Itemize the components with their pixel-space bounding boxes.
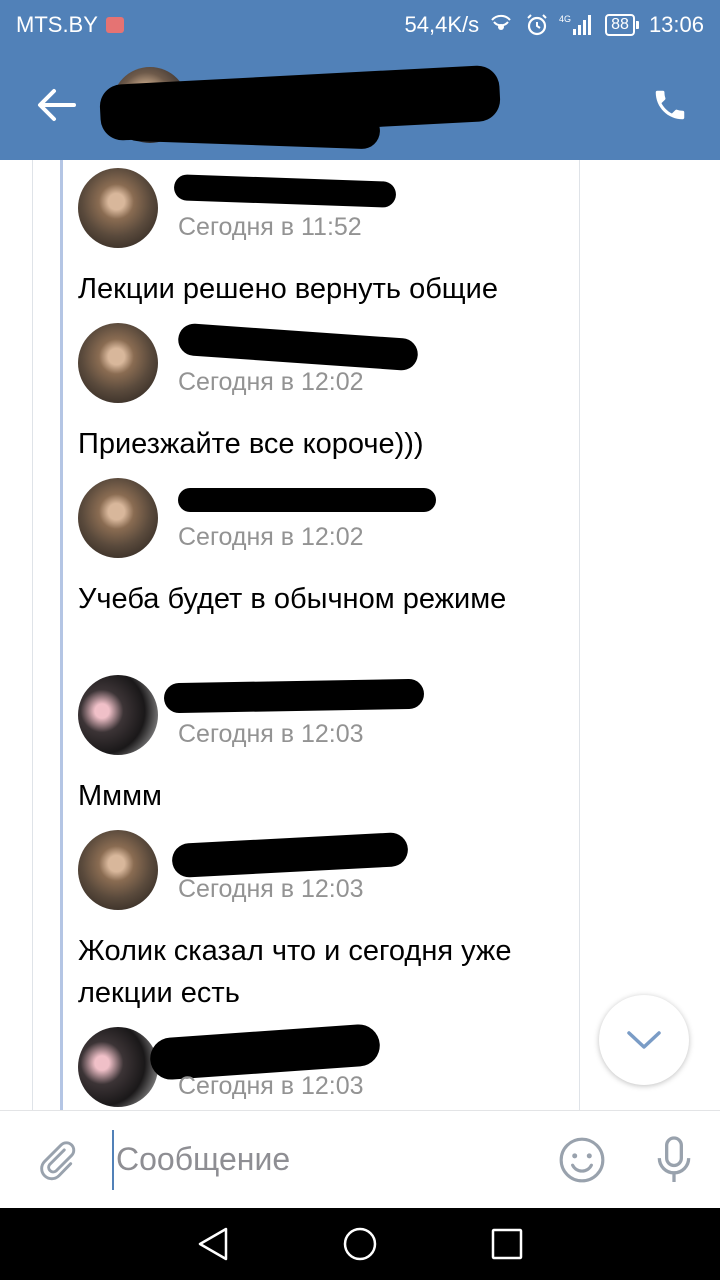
clock: 13:06 <box>648 12 704 37</box>
back-arrow-icon <box>38 89 76 121</box>
microphone-icon <box>657 1135 691 1182</box>
message-time: Сегодня в 12:02 <box>178 523 364 551</box>
message-text: Мммм <box>78 780 162 812</box>
author-avatar[interactable] <box>78 168 158 248</box>
alarm-icon <box>527 14 547 36</box>
author-avatar[interactable] <box>78 675 158 755</box>
battery-tip <box>635 21 639 29</box>
author-avatar[interactable] <box>78 830 158 910</box>
redaction-mark <box>178 488 436 512</box>
signal-icon: 4G <box>559 14 592 35</box>
nav-back-button[interactable] <box>183 1214 243 1274</box>
status-right: 54,4K/s 4G 88 13:06 <box>405 12 704 38</box>
author-avatar[interactable] <box>78 323 158 403</box>
chevron-down-icon <box>627 1031 661 1049</box>
svg-text:4G: 4G <box>559 14 571 24</box>
nav-recents-icon <box>491 1228 522 1260</box>
message-time: Сегодня в 12:03 <box>178 875 364 903</box>
back-button[interactable] <box>0 50 112 160</box>
status-bar: MTS.BY 54,4K/s 4G 88 13:06 <box>0 0 720 50</box>
phone-icon <box>655 90 685 120</box>
redaction-mark <box>163 678 425 714</box>
chat-header <box>0 50 720 160</box>
author-avatar[interactable] <box>78 1027 158 1107</box>
sim-icon <box>105 17 124 33</box>
system-navigation-bar <box>0 1208 720 1280</box>
nav-recents-button[interactable] <box>477 1214 537 1274</box>
message-time: Сегодня в 12:03 <box>178 720 364 748</box>
smile-icon <box>559 1137 605 1182</box>
carrier-group: MTS.BY <box>16 12 124 38</box>
attach-button[interactable] <box>0 1111 112 1209</box>
carrier-name: MTS.BY <box>16 12 98 37</box>
nav-home-button[interactable] <box>330 1214 390 1274</box>
nav-back-icon <box>199 1227 228 1261</box>
message-time: Сегодня в 12:02 <box>178 368 364 396</box>
emoji-button[interactable] <box>536 1111 628 1209</box>
net-speed: 54,4K/s <box>404 12 480 37</box>
call-button[interactable] <box>620 50 720 160</box>
message-text: Учеба будет в обычном режиме <box>78 583 507 615</box>
battery-level: 88 <box>605 14 635 36</box>
paperclip-icon <box>40 1140 76 1180</box>
redaction-mark <box>119 104 381 150</box>
scroll-down-button[interactable] <box>599 995 689 1085</box>
battery-indicator: 88 <box>605 14 639 36</box>
chat-screen: MTS.BY 54,4K/s 4G 88 13:06 Сегодня в 11:… <box>0 0 720 1280</box>
chat-title[interactable] <box>98 64 620 150</box>
hotspot-icon <box>491 14 511 30</box>
nav-home-icon <box>343 1227 377 1261</box>
message-time: Сегодня в 12:03 <box>178 1072 364 1100</box>
voice-message-button[interactable] <box>628 1111 720 1209</box>
message-input[interactable] <box>112 1129 536 1190</box>
message-time: Сегодня в 11:52 <box>178 213 362 241</box>
message-list[interactable]: Сегодня в 11:52 Лекции решено вернуть об… <box>0 160 720 1110</box>
message-composer <box>0 1110 720 1208</box>
message-text: Приезжайте все короче))) <box>78 428 424 460</box>
message-text: Жолик сказал что и сегодня уже лекции ес… <box>78 935 512 1009</box>
message-text: Лекции решено вернуть общие <box>78 273 498 305</box>
author-avatar[interactable] <box>78 478 158 558</box>
forward-quote-bar <box>60 160 63 1110</box>
